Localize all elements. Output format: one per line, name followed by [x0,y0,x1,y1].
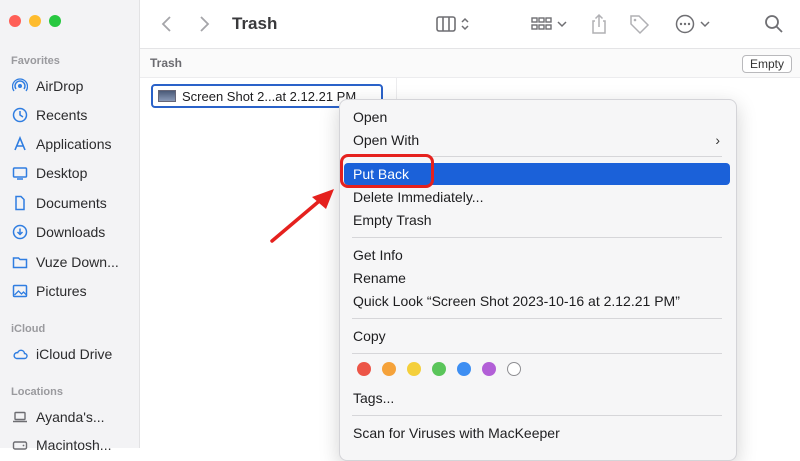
empty-trash-button[interactable]: Empty [741,55,792,73]
sidebar: Favorites AirDrop Recents Applications D… [0,0,140,453]
menu-item-get-info[interactable]: Get Info [344,244,730,266]
ellipsis-circle-icon [675,14,713,34]
menu-item-open-with[interactable]: Open With › [344,129,730,151]
sidebar-item-pictures[interactable]: Pictures [11,280,87,302]
sidebar-item-documents[interactable]: Documents [11,192,107,214]
tag-blue-dot[interactable] [457,362,471,376]
menu-item-open[interactable]: Open [344,106,730,128]
folder-icon [11,253,29,271]
tag-purple-dot[interactable] [482,362,496,376]
sidebar-item-label: Desktop [36,165,88,181]
menu-item-tags[interactable]: Tags... [344,387,730,409]
sidebar-item-desktop[interactable]: Desktop [11,162,87,184]
action-menu-button[interactable] [675,0,713,48]
airdrop-icon [11,77,29,95]
sidebar-item-label: Documents [36,195,107,211]
sidebar-item-label: AirDrop [36,78,84,94]
chevron-right-icon [197,15,211,33]
menu-separator [352,415,722,416]
sidebar-item-recents[interactable]: Recents [11,104,87,126]
menu-separator [352,318,722,319]
back-button[interactable] [160,0,174,48]
tag-orange-dot[interactable] [382,362,396,376]
sidebar-item-label: Applications [36,136,112,152]
applications-icon [11,135,29,153]
submenu-chevron-icon: › [715,132,720,148]
menu-item-delete-immediately[interactable]: Delete Immediately... [344,186,730,208]
menu-separator [352,237,722,238]
view-mode-button[interactable] [436,0,476,48]
tag-green-dot[interactable] [432,362,446,376]
menu-item-quick-look[interactable]: Quick Look “Screen Shot 2023-10-16 at 2.… [344,290,730,312]
search-button[interactable] [764,0,784,48]
menu-item-rename[interactable]: Rename [344,267,730,289]
sidebar-item-icloud-drive[interactable]: iCloud Drive [11,343,112,365]
tag-red-dot[interactable] [357,362,371,376]
menu-separator [352,353,722,354]
menu-item-empty-trash[interactable]: Empty Trash [344,209,730,231]
sidebar-item-airdrop[interactable]: AirDrop [11,75,83,97]
sidebar-section-icloud: iCloud [11,323,46,335]
tag-gray-dot[interactable] [507,362,521,376]
document-icon [11,194,29,212]
group-by-button[interactable] [531,0,571,48]
chevron-left-icon [160,15,174,33]
grid-icon [531,15,571,33]
screenshot-thumbnail-icon [158,90,176,102]
sidebar-item-label: iCloud Drive [36,346,113,362]
tag-icon [628,13,650,35]
sidebar-item-label: Ayanda's... [36,409,105,425]
tag-button[interactable] [628,0,650,48]
zoom-window-button[interactable] [49,15,61,27]
put-back-highlight-box [340,154,434,188]
close-window-button[interactable] [9,15,21,27]
tag-color-row [357,362,521,376]
sidebar-section-locations: Locations [11,386,63,398]
sidebar-item-ayandas-mac[interactable]: Ayanda's... [11,406,105,428]
laptop-icon [11,408,29,426]
columns-view-icon [436,15,476,33]
sidebar-item-applications[interactable]: Applications [11,133,112,155]
minimize-window-button[interactable] [29,15,41,27]
desktop-icon [11,164,29,182]
share-button[interactable] [590,0,608,48]
menu-item-copy[interactable]: Copy [344,325,730,347]
download-icon [11,223,29,241]
sidebar-item-label: Macintosh... [36,437,112,453]
search-icon [764,14,784,34]
sidebar-item-label: Downloads [36,224,106,240]
sidebar-item-label: Recents [36,107,88,123]
forward-button[interactable] [197,0,211,48]
trash-header-bar: Trash Empty [140,49,800,78]
disk-icon [11,436,29,454]
cloud-icon [11,345,29,363]
red-arrow-icon [268,185,340,250]
menu-item-label: Open With [353,132,420,148]
menu-item-scan-viruses[interactable]: Scan for Viruses with MacKeeper [344,422,730,444]
sidebar-item-vuze-downloads[interactable]: Vuze Down... [11,251,119,273]
sidebar-section-favorites: Favorites [11,55,60,67]
sidebar-item-label: Pictures [36,283,87,299]
window-controls [9,15,61,27]
window-title: Trash [232,14,278,33]
sidebar-item-macintosh[interactable]: Macintosh... [11,434,111,456]
share-icon [590,13,608,35]
clock-icon [11,106,29,124]
file-name: Screen Shot 2...at 2.12.21 PM [182,88,357,104]
location-label: Trash [150,56,183,70]
sidebar-item-label: Vuze Down... [36,254,119,270]
tag-yellow-dot[interactable] [407,362,421,376]
sidebar-item-downloads[interactable]: Downloads [11,221,105,243]
pictures-icon [11,282,29,300]
